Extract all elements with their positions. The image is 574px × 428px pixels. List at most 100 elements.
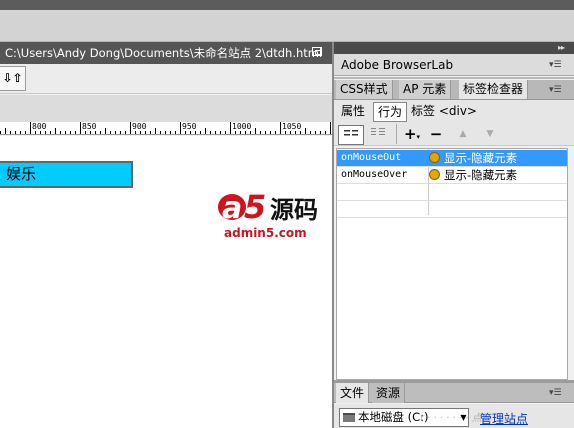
ruler-tick [205,128,206,134]
attributes-segment[interactable]: 属性 [337,102,369,120]
ruler-tick [45,131,46,134]
ruler-tick [95,131,96,134]
ruler-tick [315,131,316,134]
restore-window-icon[interactable] [312,47,322,56]
ruler-tick [70,131,71,134]
ruler-label: 850 [82,122,97,131]
ruler-tick [280,122,281,134]
panel-options-icon[interactable]: ▾☰ [549,60,563,70]
tab-css-styles[interactable]: CSS样式 [336,80,393,99]
ruler-tick [185,131,186,134]
ruler-tick [60,131,61,134]
show-all-events-icon[interactable] [366,125,390,143]
ruler-tick [105,128,106,134]
ruler-tick [65,131,66,134]
ruler-tick [15,131,16,134]
document-tab[interactable]: C:\Users\Andy Dong\Documents\未命名站点 2\dtd… [0,42,332,64]
ruler-tick [220,131,221,134]
ruler-tick [330,122,331,134]
ruler-tick [290,131,291,134]
ruler-tick [175,131,176,134]
add-behavior-button[interactable]: +▾ [402,125,422,143]
ruler-tick [320,131,321,134]
files-tab-bar [334,383,574,403]
top-gray-bar [0,10,574,42]
logo-chinese: 源码 [270,196,318,224]
ruler-tick [180,122,181,134]
files-options-icon[interactable]: ▾☰ [549,388,563,398]
toolbar-separator [396,124,397,144]
ruler-tick [10,131,11,134]
ruler-tick [125,131,126,134]
ruler-label: 950 [182,122,197,131]
hard-drive-icon [343,413,355,422]
move-down-button[interactable]: ▼ [482,125,498,143]
ruler-tick [215,131,216,134]
behavior-gear-icon [429,169,440,180]
tab-tag-inspector[interactable]: 标签检查器 [459,80,529,99]
ruler-tick [325,131,326,134]
ruler-label: 800 [32,122,47,131]
ruler-tick [160,131,161,134]
ruler-tick [5,128,6,134]
ruler-tick [20,131,21,134]
tab-ap-elements[interactable]: AP 元素 [399,80,452,99]
ruler-tick [195,131,196,134]
ruler-tick [150,131,151,134]
behavior-event: onMouseOver [341,169,408,180]
ruler-tick [145,131,146,134]
ruler-tick [90,131,91,134]
behavior-action: 显示-隐藏元素 [444,151,518,165]
ruler-tick [165,131,166,134]
browserlab-panel-body [334,77,574,79]
tab-files[interactable]: 文件 [336,383,370,403]
behavior-event: onMouseOut [341,152,402,163]
ruler-tick [245,131,246,134]
behavior-gear-icon [429,152,440,163]
move-up-button[interactable]: ▲ [455,125,471,143]
ruler-tick [225,131,226,134]
ruler-tick [110,131,111,134]
drive-label: 本地磁盘 (C:) [358,410,429,424]
ruler-tick [190,131,191,134]
empty-row [337,184,567,201]
logo-domain: admin5.com [224,226,307,240]
ruler-tick [0,131,1,134]
ruler-tick [200,131,201,134]
faint-watermark-text: t · · · · · · · 点 [420,413,482,424]
ruler-tick [305,128,306,134]
behavior-row[interactable]: onMouseOut 显示-隐藏元素 [337,150,567,167]
div-text: 娱乐 [6,165,37,183]
tab-assets[interactable]: 资源 [372,383,406,403]
ruler-label: 1000 [232,122,252,131]
ruler-tick [140,131,141,134]
ruler-tick [170,131,171,134]
ruler-label: 900 [132,122,147,131]
selected-div-element[interactable]: 娱乐 [0,161,133,188]
remove-behavior-button[interactable]: − [428,125,444,143]
ruler-tick [230,122,231,134]
ruler-tick [300,131,301,134]
ruler-tick [55,128,56,134]
ruler-tick [270,131,271,134]
ruler-tick [115,131,116,134]
show-set-events-icon[interactable] [338,125,364,145]
expand-panels-icon[interactable]: ▸▸ [558,43,565,52]
behaviors-segment[interactable]: 行为 [373,102,408,122]
ruler-tick [25,131,26,134]
horizontal-ruler: 800 850 900 950 1000 1050 [0,122,332,135]
manage-sites-link[interactable]: 管理站点 [480,410,528,427]
ruler-tick [120,131,121,134]
chevron-down-icon[interactable]: ▼ [458,409,469,426]
ruler-label: 1050 [282,122,302,131]
behavior-row[interactable]: onMouseOver 显示-隐藏元素 [337,167,567,184]
ruler-tick [210,131,211,134]
document-toolbar [0,64,332,94]
top-dark-band [0,0,574,10]
ruler-tick [240,131,241,134]
file-sync-button[interactable]: ⇩⇧ [0,66,26,91]
inspector-options-icon[interactable]: ▾☰ [549,85,563,95]
ruler-tick [135,131,136,134]
browserlab-title: Adobe BrowserLab [341,58,454,72]
ruler-tick [35,131,36,134]
